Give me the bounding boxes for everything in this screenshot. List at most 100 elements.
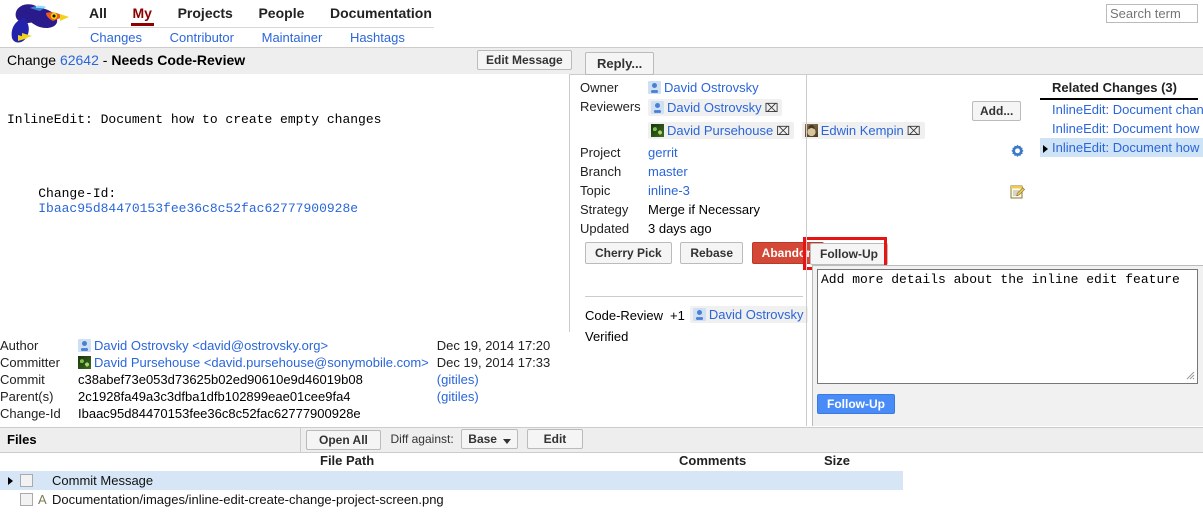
label-row-verified: Verified (585, 327, 812, 346)
nav-tab-all[interactable]: All (78, 2, 118, 26)
owner-label: Owner (580, 78, 648, 97)
parent-sha: 2c1928fa49a3c3dfba1dfb102899eae01cee9fa4 (78, 388, 437, 405)
commit-meta-row-committer: Committer David Pursehouse <david.purseh… (0, 354, 550, 371)
follow-up-submit-button[interactable]: Follow-Up (817, 394, 895, 414)
commit-meta-row-parents: Parent(s) 2c1928fa49a3c3dfba1dfb102899ea… (0, 388, 550, 405)
gear-icon[interactable] (1010, 144, 1025, 162)
label-row-code-review: Code-Review +1 David Ostrovsky (585, 304, 812, 327)
voter-chip[interactable]: David Ostrovsky (690, 306, 808, 323)
nav-tab-my[interactable]: My (122, 2, 163, 26)
search-input[interactable] (1106, 4, 1198, 23)
author-date: Dec 19, 2014 17:20 (437, 337, 550, 354)
label-voter-verified (690, 327, 812, 346)
follow-up-button[interactable]: Follow-Up (810, 243, 888, 265)
commit-meta-row-changeid: Change-Id Ibaac95d84470153fee36c8c52fac6… (0, 405, 550, 422)
subnav-changes[interactable]: Changes (78, 29, 154, 46)
row-checkbox[interactable] (20, 474, 33, 487)
edit-files-button[interactable]: Edit (527, 429, 584, 449)
approval-labels: Code-Review +1 David Ostrovsky Verified (585, 304, 805, 346)
main-nav: All My Projects People Documentation (78, 2, 443, 28)
column-header-size: Size (824, 453, 850, 468)
related-change-item-2[interactable]: InlineEdit: Document how (1040, 119, 1203, 138)
files-title: Files (7, 432, 37, 447)
edit-message-button[interactable]: Edit Message (477, 50, 572, 70)
related-changes-title: Related Changes (3) (1040, 80, 1203, 95)
subnav-maintainer[interactable]: Maintainer (250, 29, 335, 46)
reviewer-chip-david-pursehouse[interactable]: David Pursehouse⌧ (648, 122, 794, 139)
rebase-button[interactable]: Rebase (680, 242, 743, 264)
updated-value: 3 days ago (648, 219, 929, 238)
branch-link[interactable]: master (648, 164, 688, 179)
reply-button[interactable]: Reply... (585, 52, 654, 75)
reviewer-chip-david-ostrovsky[interactable]: David Ostrovsky⌧ (648, 99, 782, 116)
add-reviewer-button[interactable]: Add... (972, 101, 1021, 121)
meta-row-reviewers: Reviewers David Ostrovsky⌧ (580, 97, 929, 120)
edit-note-icon[interactable] (1010, 184, 1026, 203)
commit-change-id-line: Change-Id: Ibaac95d84470153fee36c8c52fac… (7, 171, 569, 231)
subnav-contributor[interactable]: Contributor (158, 29, 246, 46)
nav-divider (78, 27, 434, 28)
owner-value: David Ostrovsky (648, 78, 929, 97)
cherry-pick-button[interactable]: Cherry Pick (585, 242, 672, 264)
related-change-item-1[interactable]: InlineEdit: Document chan (1040, 100, 1203, 119)
files-header-bar: Files Open All Diff against: Base Edit (0, 427, 1203, 453)
change-number-link[interactable]: 62642 (60, 52, 99, 68)
commit-details-table: Author David Ostrovsky <david@ostrovsky.… (0, 337, 570, 422)
reviewer-chip-edwin-kempin[interactable]: Edwin Kempin⌧ (802, 122, 925, 139)
sub-nav: Changes Contributor Maintainer Hashtags (78, 29, 417, 49)
expand-triangle-icon[interactable] (8, 477, 13, 485)
open-all-button[interactable]: Open All (306, 430, 381, 450)
commit-gitiles-link[interactable]: (gitiles) (437, 371, 550, 388)
column-header-comments: Comments (679, 453, 746, 468)
gitiles-link-label[interactable]: (gitiles) (437, 389, 479, 404)
owner-name-link[interactable]: David Ostrovsky (664, 80, 759, 95)
change-actions: Cherry Pick Rebase Abandon (585, 242, 829, 264)
topic-link[interactable]: inline-3 (648, 183, 690, 198)
strategy-value: Merge if Necessary (648, 200, 929, 219)
related-change-item-3-current[interactable]: InlineEdit: Document how (1040, 138, 1203, 157)
committer-link[interactable]: David Pursehouse <david.pursehouse@sonym… (94, 355, 429, 370)
gerrit-bird-logo[interactable] (6, 0, 70, 46)
related-changes-panel: Related Changes (3) InlineEdit: Document… (1040, 80, 1203, 157)
files-table: File Path Comments Size Commit Message A… (0, 451, 1203, 509)
reviewer-name: David Ostrovsky (667, 100, 762, 115)
project-link[interactable]: gerrit (648, 145, 678, 160)
person-icon (648, 81, 661, 94)
remove-reviewer-icon[interactable]: ⌧ (776, 124, 790, 138)
change-status-text: Needs Code-Review (111, 52, 245, 68)
meta-row-reviewers-2: David Pursehouse⌧ Edwin Kempin⌧ (580, 120, 929, 143)
subnav-hashtags[interactable]: Hashtags (338, 29, 417, 46)
row-checkbox[interactable] (20, 493, 33, 506)
author-link[interactable]: David Ostrovsky <david@ostrovsky.org> (94, 338, 328, 353)
avatar-photo-icon (78, 356, 91, 369)
nav-tab-projects[interactable]: Projects (167, 2, 244, 26)
label-score-verified (670, 327, 690, 346)
table-row[interactable]: Commit Message (0, 471, 903, 490)
follow-up-message-input[interactable] (817, 269, 1198, 384)
change-id-key: Change-Id: (38, 186, 116, 201)
person-icon (651, 101, 664, 114)
commit-sha: c38abef73e053d73625b02ed90610e9d46019b08 (78, 371, 437, 388)
diff-against-label: Diff against: (391, 432, 454, 446)
change-id-value-link[interactable]: Ibaac95d84470153fee36c8c52fac62777900928… (38, 201, 358, 216)
nav-tab-people[interactable]: People (247, 2, 315, 26)
table-row[interactable]: A Documentation/images/inline-edit-creat… (0, 490, 1203, 509)
committer-value: David Pursehouse <david.pursehouse@sonym… (78, 354, 437, 371)
change-separator: - (103, 52, 108, 68)
commit-meta-row-author: Author David Ostrovsky <david@ostrovsky.… (0, 337, 550, 354)
parent-gitiles-link[interactable]: (gitiles) (437, 388, 550, 405)
project-value: gerrit (648, 143, 929, 162)
voter-name: David Ostrovsky (709, 307, 804, 322)
author-value: David Ostrovsky <david@ostrovsky.org> (78, 337, 437, 354)
file-path[interactable]: Documentation/images/inline-edit-create-… (52, 492, 444, 507)
remove-reviewer-icon[interactable]: ⌧ (765, 101, 779, 115)
nav-tab-documentation[interactable]: Documentation (319, 2, 443, 26)
gitiles-link-label[interactable]: (gitiles) (437, 372, 479, 387)
strategy-label: Strategy (580, 200, 648, 219)
label-name-code-review: Code-Review (585, 304, 670, 327)
meta-row-topic: Topic inline-3 (580, 181, 929, 200)
file-path[interactable]: Commit Message (52, 473, 153, 488)
remove-reviewer-icon[interactable]: ⌧ (907, 124, 921, 138)
diff-against-select[interactable]: Base (461, 429, 518, 449)
files-column-headers: File Path Comments Size (0, 451, 1203, 471)
